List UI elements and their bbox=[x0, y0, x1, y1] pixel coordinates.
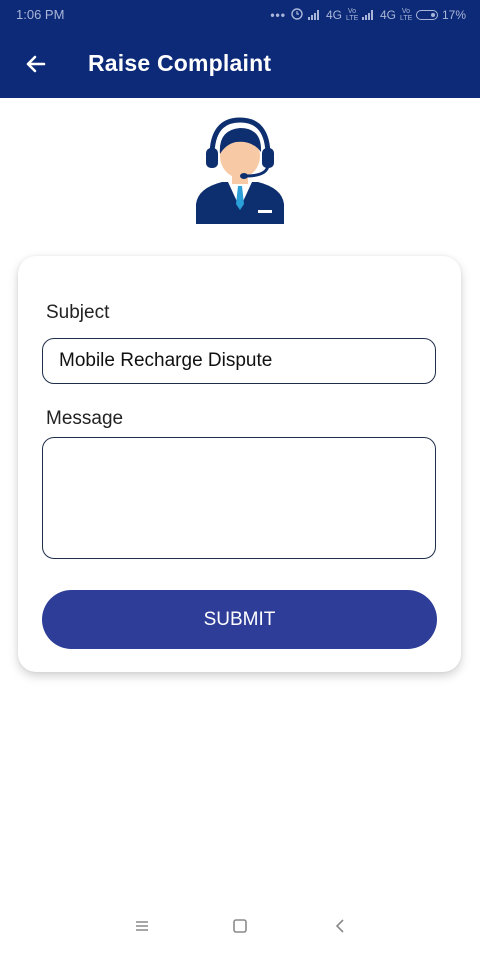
back-icon[interactable] bbox=[328, 914, 352, 938]
alarm-icon bbox=[290, 6, 304, 23]
home-icon[interactable] bbox=[228, 914, 252, 938]
more-dots-icon: ••• bbox=[270, 7, 286, 22]
volte-badge-2: Vo LTE bbox=[399, 7, 413, 22]
subject-input[interactable]: Mobile Recharge Dispute bbox=[42, 338, 436, 384]
signal-icon-2 bbox=[361, 9, 376, 20]
status-time: 1:06 PM bbox=[16, 7, 65, 22]
message-textarea[interactable] bbox=[42, 437, 436, 559]
signal-icon-1 bbox=[307, 9, 322, 20]
system-nav-bar bbox=[0, 900, 480, 960]
page-title: Raise Complaint bbox=[88, 50, 272, 76]
complaint-form-card: Subject Mobile Recharge Dispute Message … bbox=[18, 256, 461, 672]
status-bar: 1:06 PM ••• 4G Vo LTE 4G Vo LTE 17% bbox=[0, 0, 480, 30]
support-agent-icon bbox=[192, 116, 288, 228]
message-label: Message bbox=[46, 408, 124, 429]
app-bar: Raise Complaint bbox=[0, 30, 480, 98]
network-type-1: 4G bbox=[325, 7, 342, 22]
back-arrow-icon[interactable] bbox=[20, 48, 52, 80]
volte-badge-1: Vo LTE bbox=[345, 7, 359, 22]
battery-icon bbox=[415, 9, 438, 20]
network-type-2: 4G bbox=[379, 7, 396, 22]
menu-icon[interactable] bbox=[130, 914, 154, 938]
battery-level: 17% bbox=[441, 7, 466, 22]
status-icons: ••• 4G Vo LTE 4G Vo LTE 17% bbox=[270, 6, 466, 23]
submit-button[interactable]: SUBMIT bbox=[42, 590, 437, 649]
subject-label: Subject bbox=[46, 302, 110, 323]
